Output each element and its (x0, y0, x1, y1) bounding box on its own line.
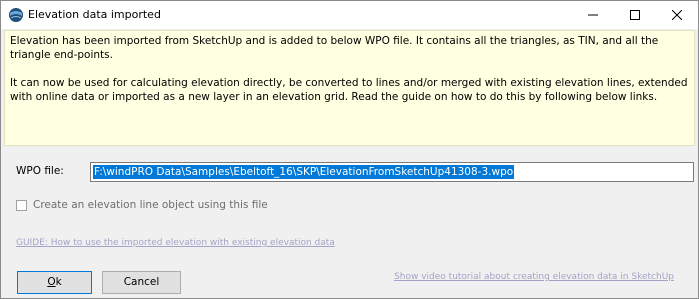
maximize-icon (630, 10, 640, 20)
wpo-file-value[interactable]: F:\windPRO Data\Samples\Ebeltoft_16\SKP\… (93, 165, 515, 179)
wpo-file-input[interactable]: F:\windPRO Data\Samples\Ebeltoft_16\SKP\… (90, 162, 694, 182)
info-paragraph-2: It can now be used for calculating eleva… (10, 77, 688, 103)
info-paragraph-1: Elevation has been imported from SketchU… (10, 35, 659, 61)
info-panel: Elevation has been imported from SketchU… (4, 30, 695, 146)
windpro-globe-icon (8, 7, 24, 23)
close-icon (672, 10, 682, 20)
minimize-icon (588, 14, 598, 16)
title-bar[interactable]: Elevation data imported (1, 1, 698, 29)
ok-button[interactable]: Ok (17, 271, 92, 294)
cancel-button[interactable]: Cancel (102, 271, 181, 294)
create-elevation-line-label[interactable]: Create an elevation line object using th… (33, 199, 268, 211)
maximize-button[interactable] (614, 1, 656, 29)
wpo-file-label: WPO file: (16, 165, 64, 177)
ok-mnemonic: O (47, 276, 56, 288)
dialog-window: Elevation data imported Elevation has be… (0, 0, 699, 299)
window-title: Elevation data imported (28, 8, 161, 21)
minimize-button[interactable] (572, 1, 614, 29)
create-elevation-line-checkbox[interactable] (16, 200, 27, 211)
video-tutorial-link[interactable]: Show video tutorial about creating eleva… (394, 272, 674, 282)
ok-label-rest: k (55, 276, 62, 288)
guide-link[interactable]: GUIDE: How to use the imported elevation… (16, 238, 335, 248)
close-button[interactable] (656, 1, 698, 29)
